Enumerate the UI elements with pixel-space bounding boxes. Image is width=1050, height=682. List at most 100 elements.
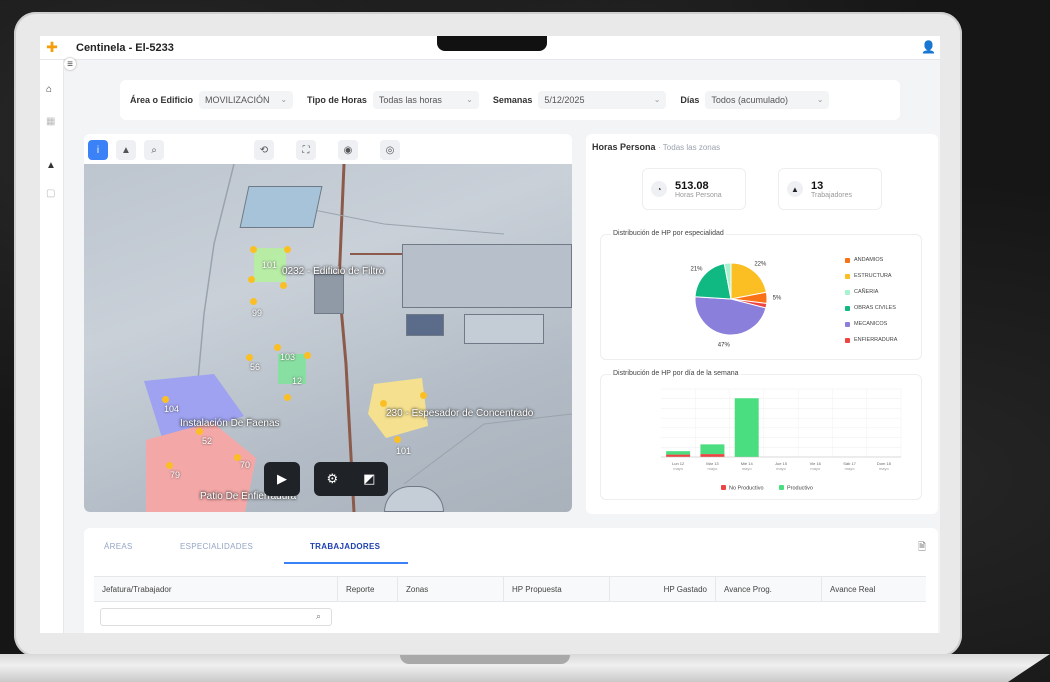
worker-marker[interactable] [280, 282, 287, 289]
camera-control[interactable]: ▶ [264, 462, 300, 496]
layers-icon[interactable]: ▲ [116, 140, 136, 160]
filter-weeks-select[interactable]: 5/12/2025 ⌄ [538, 91, 667, 109]
x-tick-sublabel: mayo [810, 466, 821, 471]
helmet-icon[interactable]: ▲ [46, 160, 56, 171]
worker-marker[interactable] [196, 428, 203, 435]
zone-number: 12 [292, 376, 303, 386]
camera-notch [437, 36, 547, 51]
laptop-hinge [400, 655, 570, 664]
building-shape [406, 314, 444, 336]
pie-data-label: 22% [754, 262, 767, 268]
sidebar: ⌂ ▦ ▲ ▢ [40, 60, 64, 633]
menu-toggle-icon[interactable]: ≡ [64, 58, 76, 70]
bar-productivo [700, 444, 725, 455]
x-tick-sublabel: mayo [879, 466, 890, 471]
filter-hours-select[interactable]: Todas las horas ⌄ [372, 91, 479, 109]
worker-marker[interactable] [248, 276, 255, 283]
kpi-workers: ▲ 13 Trabajadores [778, 168, 882, 210]
pie-legend-item[interactable]: MECANICOS [845, 321, 887, 327]
eye-icon[interactable]: ◎ [380, 140, 400, 160]
chevron-down-icon: ⌄ [816, 95, 824, 104]
zone-number: 103 [280, 352, 296, 362]
worker-marker[interactable] [284, 394, 291, 401]
col-hp-propuesta[interactable]: HP Propuesta [504, 576, 610, 602]
filter-days-label: Días [680, 95, 700, 105]
legend-label: ENFIERRADURA [854, 337, 898, 343]
worker-marker[interactable] [304, 352, 311, 359]
tab-especialidades[interactable]: ESPECIALIDADES [180, 542, 253, 551]
zone-number: 70 [240, 460, 251, 470]
building-icon[interactable]: ▦ [46, 116, 55, 127]
worker-marker[interactable] [246, 354, 253, 361]
pie-chart-card: Distribución de HP por especialidad 22% 5… [600, 230, 922, 360]
contrast-icon[interactable]: ◩ [363, 471, 375, 487]
video-camera-icon[interactable]: ▶ [277, 471, 287, 487]
col-reporte[interactable]: Reporte [338, 576, 398, 602]
legend-label: ESTRUCTURA [854, 273, 892, 279]
zone-number: 101 [262, 260, 278, 270]
col-avance-prog[interactable]: Avance Prog. [716, 576, 822, 602]
pie-legend-item[interactable]: ANDAMIOS [845, 257, 883, 263]
filter-area-select[interactable]: MOVILIZACIÓN ⌄ [199, 91, 294, 109]
worker-marker[interactable] [380, 400, 387, 407]
tab-active-indicator [284, 562, 408, 564]
worker-marker[interactable] [166, 462, 173, 469]
col-zonas[interactable]: Zonas [398, 576, 504, 602]
worker-marker[interactable] [284, 246, 291, 253]
legend-swatch [845, 321, 850, 327]
settings-icon[interactable]: ⚙ [327, 471, 339, 487]
tab-areas[interactable]: ÁREAS [104, 542, 133, 551]
worker-marker[interactable] [250, 298, 257, 305]
x-tick-sublabel: mayo [776, 466, 787, 471]
home-icon[interactable]: ⌂ [46, 84, 52, 95]
pie-legend-item[interactable]: CAÑERIA [845, 289, 878, 295]
bar-productivo [666, 451, 691, 455]
fullscreen-icon[interactable]: ⛶ [296, 140, 316, 160]
pie-legend-item[interactable]: ESTRUCTURA [845, 273, 892, 279]
document-icon[interactable]: ▢ [46, 188, 55, 199]
pie-legend-item[interactable]: ENFIERRADURA [845, 337, 897, 343]
legend-swatch [721, 485, 726, 490]
info-icon[interactable]: i [88, 140, 108, 160]
worker-marker[interactable] [250, 246, 257, 253]
chevron-down-icon: ⌄ [280, 95, 288, 104]
worker-marker[interactable] [162, 396, 169, 403]
export-file-icon[interactable]: 🗎 [918, 540, 926, 557]
zone-number: 104 [164, 404, 180, 414]
worker-marker[interactable] [394, 436, 401, 443]
legend-swatch [779, 485, 784, 490]
chevron-down-icon: ⌄ [466, 95, 473, 104]
filter-weeks-label: Semanas [492, 95, 533, 105]
building-shape [314, 274, 344, 314]
zone-number: 101 [396, 446, 412, 456]
worker-marker[interactable] [274, 344, 281, 351]
search-icon[interactable]: ⌕ [316, 611, 321, 622]
filter-area-label: Área o Edificio [130, 95, 194, 105]
col-jefatura[interactable]: Jefatura/Trabajador [94, 576, 338, 602]
sensor-icon[interactable]: ◉ [338, 140, 358, 160]
zone-number: 52 [202, 436, 213, 446]
map-toolbar: i ▲ ⌕ ⟲ ⛶ ◉ ◎ [84, 134, 572, 164]
view-controls: ⚙ ◩ [314, 462, 388, 496]
3d-map-view[interactable]: Instalación De Faenas Patio De Enfierrad… [84, 164, 572, 512]
bar-legend-label: No Productivo [729, 486, 764, 492]
filter-days-select[interactable]: Todos (acumulado) ⌄ [705, 91, 830, 109]
worker-marker[interactable] [234, 454, 241, 461]
table-search-input[interactable] [100, 608, 332, 626]
col-avance-real[interactable]: Avance Real [822, 576, 926, 602]
worker-marker[interactable] [420, 392, 427, 399]
user-icon[interactable]: 👤 [921, 40, 936, 54]
rotate-icon[interactable]: ⟲ [254, 140, 274, 160]
tab-trabajadores[interactable]: TRABAJADORES [310, 542, 380, 551]
col-hp-gastado[interactable]: HP Gastado [610, 576, 716, 602]
zoom-icon[interactable]: ⌕ [144, 140, 164, 160]
details-panel: ÁREAS ESPECIALIDADES TRABAJADORES 🗎 Jefa… [84, 528, 938, 633]
legend-swatch [845, 337, 850, 343]
pie-legend-item[interactable]: OBRAS CIVILES [845, 305, 896, 311]
legend-swatch [845, 273, 850, 279]
kpi-hours: ◔ 513.08 Horas Persona [642, 168, 746, 210]
app-screen: ✚ Centinela - El-5233 👤 ≡ ⌂ ▦ ▲ ▢ Área o… [40, 36, 940, 633]
pie-data-label: 47% [718, 342, 731, 348]
building-shape [464, 314, 544, 344]
zone-number: 79 [170, 470, 181, 480]
